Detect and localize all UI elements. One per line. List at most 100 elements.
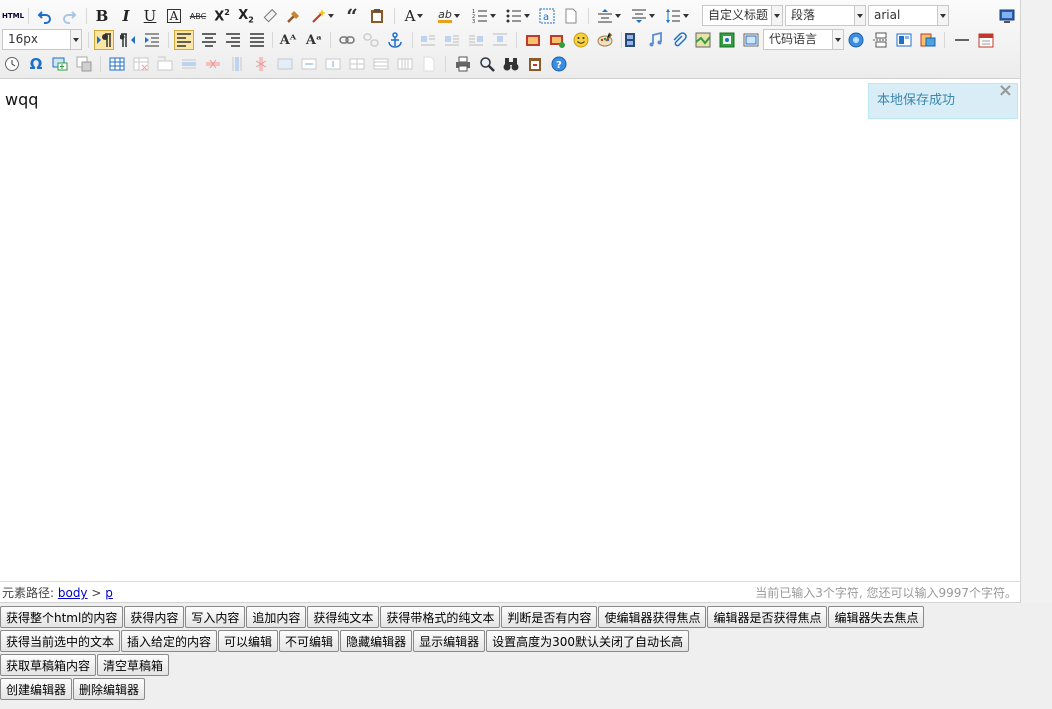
paste-plain-button[interactable] <box>367 6 387 26</box>
delete-col-button[interactable] <box>251 54 271 74</box>
line-height-button[interactable] <box>662 6 692 26</box>
path-link-body[interactable]: body <box>58 586 88 600</box>
superscript-button[interactable]: X2 <box>212 6 232 26</box>
align-left-button[interactable] <box>174 30 194 50</box>
background-button[interactable] <box>918 30 938 50</box>
insert-image-button[interactable] <box>547 30 567 50</box>
rtl-direction-button[interactable] <box>118 30 138 50</box>
scrollbar[interactable] <box>1021 0 1052 603</box>
link-button[interactable] <box>337 30 357 50</box>
merge-cells-button[interactable] <box>275 54 295 74</box>
insert-frame-button[interactable] <box>741 30 761 50</box>
row-spacing-bottom-button[interactable] <box>628 6 658 26</box>
eraser-button[interactable] <box>260 6 280 26</box>
ordered-list-button[interactable]: 123 <box>469 6 499 26</box>
path-link-p[interactable]: p <box>105 586 113 600</box>
font-color-button[interactable]: A <box>400 6 428 26</box>
uppercase-button[interactable]: Aᴬ <box>278 30 298 50</box>
wordimage-button[interactable] <box>74 54 94 74</box>
clear-draft-button[interactable]: 清空草稿箱 <box>97 654 170 676</box>
pagebreak-button[interactable] <box>870 30 890 50</box>
insert-html-button[interactable]: 插入给定的内容 <box>121 630 218 652</box>
template-button[interactable] <box>894 30 914 50</box>
set-enabled-button[interactable]: 可以编辑 <box>218 630 279 652</box>
close-icon[interactable]: × <box>998 74 1013 108</box>
underline-button[interactable]: U <box>140 6 160 26</box>
emotion-button[interactable] <box>571 30 591 50</box>
scrawl-button[interactable] <box>595 30 615 50</box>
has-contents-button[interactable]: 判断是否有内容 <box>501 606 598 628</box>
insert-caption-button[interactable] <box>155 54 175 74</box>
append-content-button[interactable]: 追加内容 <box>246 606 307 628</box>
get-draft-button[interactable]: 获取草稿箱内容 <box>0 654 97 676</box>
set-content-button[interactable]: 写入内容 <box>185 606 246 628</box>
delete-row-button[interactable] <box>203 54 223 74</box>
split-cols-button[interactable] <box>395 54 415 74</box>
search-replace-button[interactable] <box>501 54 521 74</box>
print-button[interactable] <box>453 54 473 74</box>
map-button[interactable] <box>693 30 713 50</box>
select-all-button[interactable]: a <box>537 6 557 26</box>
italic-button[interactable]: I <box>116 6 136 26</box>
html-source-button[interactable]: HTML <box>2 6 24 26</box>
align-center-button[interactable] <box>199 30 219 50</box>
insert-col-button[interactable] <box>227 54 247 74</box>
attachment-button[interactable] <box>669 30 689 50</box>
lowercase-button[interactable]: Aᵃ <box>304 30 324 50</box>
delete-table-button[interactable] <box>131 54 151 74</box>
font-family-select[interactable]: arial <box>868 5 949 26</box>
show-editor-button[interactable]: 显示编辑器 <box>413 630 486 652</box>
image-left-button[interactable] <box>442 30 462 50</box>
create-editor-button[interactable]: 创建编辑器 <box>0 678 73 700</box>
split-cells-button[interactable] <box>347 54 367 74</box>
set-height-button[interactable]: 设置高度为300默认关闭了自动长高 <box>486 630 689 652</box>
format-painter-button[interactable] <box>284 6 304 26</box>
set-focus-button[interactable]: 使编辑器获得焦点 <box>598 606 707 628</box>
fullscreen-button[interactable] <box>997 6 1017 26</box>
font-border-button[interactable]: A <box>164 6 184 26</box>
undo-button[interactable] <box>35 6 55 26</box>
code-language-select[interactable]: 代码语言 <box>763 29 844 50</box>
merge-right-button[interactable] <box>299 54 319 74</box>
preview-button[interactable] <box>477 54 497 74</box>
get-content-button[interactable]: 获得内容 <box>124 606 185 628</box>
insert-table-button[interactable] <box>107 54 127 74</box>
back-color-button[interactable]: ab <box>434 6 464 26</box>
set-disabled-button[interactable]: 不可编辑 <box>279 630 340 652</box>
is-focus-button[interactable]: 编辑器是否获得焦点 <box>707 606 828 628</box>
unordered-list-button[interactable] <box>503 6 533 26</box>
insert-time-button[interactable] <box>2 54 22 74</box>
merge-down-button[interactable] <box>323 54 343 74</box>
get-all-html-button[interactable]: 获得整个html的内容 <box>0 606 124 628</box>
split-rows-button[interactable] <box>371 54 391 74</box>
delete-editor-button[interactable]: 删除编辑器 <box>73 678 146 700</box>
ltr-direction-button[interactable] <box>94 30 114 50</box>
bold-button[interactable]: B <box>92 6 112 26</box>
subscript-button[interactable]: X2 <box>236 6 256 26</box>
font-size-select[interactable]: 16px <box>2 29 82 50</box>
snapscreen-button[interactable] <box>50 54 70 74</box>
paragraph-select[interactable]: 段落 <box>785 5 866 26</box>
get-selected-text-button[interactable]: 获得当前选中的文本 <box>0 630 121 652</box>
set-blur-button[interactable]: 编辑器失去焦点 <box>828 606 925 628</box>
indent-button[interactable] <box>142 30 162 50</box>
hide-editor-button[interactable]: 隐藏编辑器 <box>340 630 413 652</box>
custom-style-select[interactable]: 自定义标题 <box>702 5 783 26</box>
editor-content[interactable]: wqq <box>5 90 38 109</box>
special-char-button[interactable]: Ω <box>26 54 46 74</box>
redo-button[interactable] <box>59 6 79 26</box>
unlink-button[interactable] <box>361 30 381 50</box>
anchor-button[interactable] <box>385 30 405 50</box>
image-center-button[interactable] <box>490 30 510 50</box>
clear-doc-button[interactable] <box>561 6 581 26</box>
autotypeset-button[interactable] <box>308 6 336 26</box>
get-formatted-plain-text-button[interactable]: 获得带格式的纯文本 <box>380 606 501 628</box>
get-plain-text-button[interactable]: 获得纯文本 <box>307 606 380 628</box>
drafts-button[interactable] <box>525 54 545 74</box>
insert-row-button[interactable] <box>179 54 199 74</box>
horizontal-rule-button[interactable] <box>952 30 972 50</box>
help-button[interactable]: ? <box>549 54 569 74</box>
justify-button[interactable] <box>247 30 267 50</box>
insert-date-button[interactable] <box>976 30 996 50</box>
align-right-button[interactable] <box>223 30 243 50</box>
